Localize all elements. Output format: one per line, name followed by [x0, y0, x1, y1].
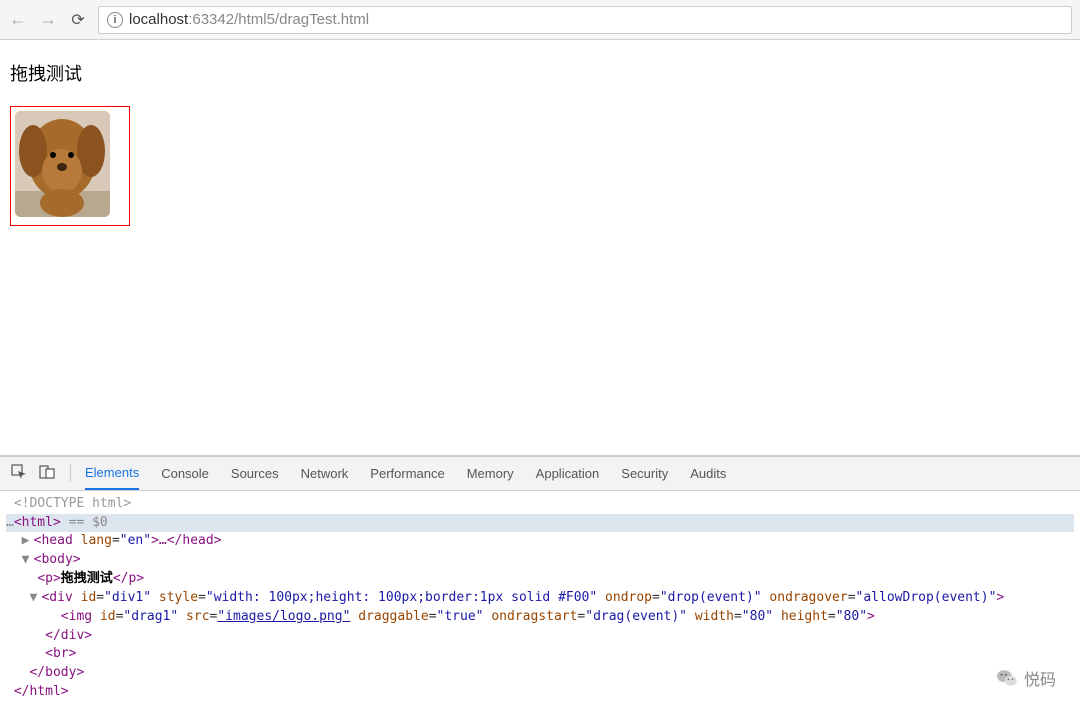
reload-button[interactable]: ⟳ [68, 10, 88, 30]
info-icon[interactable]: i [107, 12, 123, 28]
dog-icon [15, 111, 110, 217]
url-path: :63342/html5/dragTest.html [188, 11, 369, 28]
src-p[interactable]: <p>拖拽测试</p> [6, 570, 1074, 589]
forward-button[interactable]: → [38, 9, 58, 30]
src-doctype[interactable]: <!DOCTYPE html> [6, 495, 1074, 514]
drop-zone[interactable] [10, 106, 130, 226]
divider [70, 464, 71, 482]
src-br[interactable]: <br> [6, 645, 1074, 664]
tab-memory[interactable]: Memory [467, 458, 514, 489]
tab-elements[interactable]: Elements [85, 457, 139, 490]
page-content: 拖拽测试 [0, 40, 1080, 246]
tab-security[interactable]: Security [621, 458, 668, 489]
src-html[interactable]: …<html> == $0 [6, 514, 1074, 533]
tab-audits[interactable]: Audits [690, 458, 726, 489]
src-div-close[interactable]: </div> [6, 627, 1074, 646]
src-div[interactable]: ▼<div id="div1" style="width: 100px;heig… [6, 589, 1074, 608]
tab-performance[interactable]: Performance [370, 458, 444, 489]
address-bar[interactable]: i localhost:63342/html5/dragTest.html [98, 6, 1072, 34]
src-img[interactable]: <img id="drag1" src="images/logo.png" dr… [6, 608, 1074, 627]
src-head[interactable]: ▶<head lang="en">…</head> [6, 532, 1074, 551]
back-button[interactable]: ← [8, 9, 28, 30]
url-host: localhost [129, 11, 188, 28]
tab-network[interactable]: Network [301, 458, 349, 489]
browser-toolbar: ← → ⟳ i localhost:63342/html5/dragTest.h… [0, 0, 1080, 40]
draggable-image[interactable] [15, 111, 110, 217]
elements-tree[interactable]: <!DOCTYPE html> …<html> == $0 ▶<head lan… [0, 491, 1080, 706]
device-toolbar-icon[interactable] [38, 464, 56, 483]
inspect-icon[interactable] [10, 464, 28, 483]
src-body-close[interactable]: </body> [6, 664, 1074, 683]
src-body[interactable]: ▼<body> [6, 551, 1074, 570]
watermark: 悦码 [996, 666, 1056, 690]
devtools-toolbar: Elements Console Sources Network Perform… [0, 457, 1080, 491]
src-html-close[interactable]: </html> [6, 683, 1074, 702]
tab-console[interactable]: Console [161, 458, 209, 489]
tab-application[interactable]: Application [536, 458, 600, 489]
wechat-icon [996, 667, 1018, 689]
url-text: localhost:63342/html5/dragTest.html [129, 11, 369, 28]
devtools-tabs: Elements Console Sources Network Perform… [85, 457, 726, 489]
watermark-text: 悦码 [1024, 666, 1056, 690]
devtools-panel: Elements Console Sources Network Perform… [0, 455, 1080, 706]
tab-sources[interactable]: Sources [231, 458, 279, 489]
page-title: 拖拽测试 [10, 60, 1070, 86]
